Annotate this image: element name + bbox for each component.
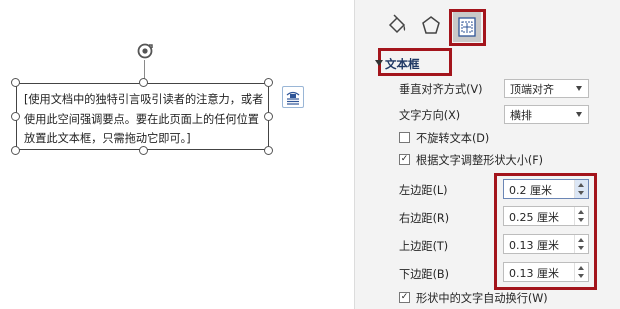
resize-handle-right[interactable] xyxy=(264,112,273,121)
rotate-handle-icon[interactable] xyxy=(136,42,154,60)
format-shape-pane: 文本框 垂直对齐方式(V) 顶端对齐 文字方向(X) 横排 不旋转文本(D) ✓… xyxy=(354,0,620,309)
tab-effects[interactable] xyxy=(417,12,445,42)
wrap-text-checkbox[interactable]: ✓ xyxy=(399,292,410,303)
resize-handle-bottom-left[interactable] xyxy=(11,146,20,155)
pentagon-icon xyxy=(422,16,440,34)
resize-handle-top[interactable] xyxy=(139,78,148,87)
text-direction-select[interactable]: 横排 xyxy=(504,105,589,124)
autofit-label: 根据文字调整形状大小(F) xyxy=(416,154,544,167)
resize-handle-bottom[interactable] xyxy=(139,146,148,155)
chevron-down-icon xyxy=(576,86,582,91)
top-margin-label: 上边距(T) xyxy=(399,240,449,253)
margins-highlight-box xyxy=(494,173,597,290)
text-direction-label: 文字方向(X) xyxy=(399,109,461,122)
resize-handle-top-right[interactable] xyxy=(264,78,273,87)
collapse-triangle-icon[interactable] xyxy=(375,60,383,66)
layout-options-button[interactable] xyxy=(282,86,304,108)
checkmark-icon: ✓ xyxy=(400,292,409,302)
vertical-align-label: 垂直对齐方式(V) xyxy=(399,83,483,96)
tab-highlight-box xyxy=(449,9,486,46)
right-margin-label: 右边距(R) xyxy=(399,212,450,225)
resize-handle-top-left[interactable] xyxy=(11,78,20,87)
document-canvas: [使用文档中的独特引言吸引读者的注意力，或者使用此空间强调要点。要在此页面上的任… xyxy=(0,0,354,309)
autofit-checkbox[interactable]: ✓ xyxy=(399,154,410,165)
bottom-margin-label: 下边距(B) xyxy=(399,268,449,281)
wrap-text-label: 形状中的文字自动换行(W) xyxy=(416,292,548,305)
layout-options-icon xyxy=(286,91,300,105)
checkmark-icon: ✓ xyxy=(400,154,409,164)
textbox-text[interactable]: [使用文档中的独特引言吸引读者的注意力，或者使用此空间强调要点。要在此页面上的任… xyxy=(24,90,264,149)
resize-handle-left[interactable] xyxy=(11,112,20,121)
paint-bucket-icon xyxy=(388,14,406,34)
vertical-align-select[interactable]: 顶端对齐 xyxy=(504,79,589,98)
quote-textbox[interactable]: [使用文档中的独特引言吸引读者的注意力，或者使用此空间强调要点。要在此页面上的任… xyxy=(16,83,269,150)
chevron-down-icon xyxy=(576,112,582,117)
pane-scrollbar[interactable] xyxy=(612,0,620,309)
left-margin-label: 左边距(L) xyxy=(399,184,448,197)
no-rotate-checkbox[interactable] xyxy=(399,132,410,143)
resize-handle-bottom-right[interactable] xyxy=(264,146,273,155)
text-direction-value: 横排 xyxy=(510,109,532,122)
no-rotate-label: 不旋转文本(D) xyxy=(416,132,490,145)
section-title-textbox[interactable]: 文本框 xyxy=(385,56,420,72)
vertical-align-value: 顶端对齐 xyxy=(510,83,554,96)
tab-fill-line[interactable] xyxy=(383,12,411,42)
